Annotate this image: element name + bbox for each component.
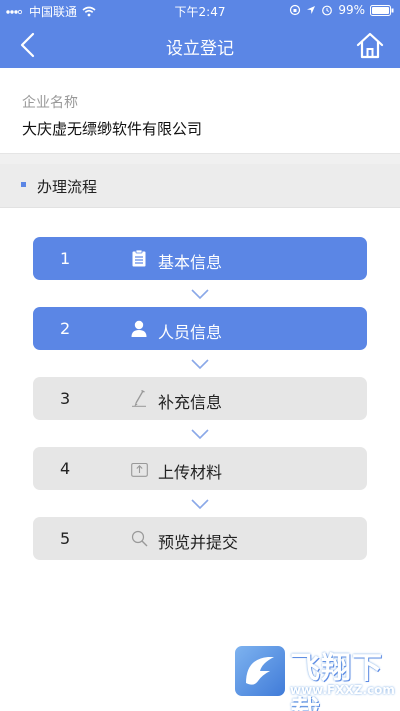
watermark: 飞翔下载 www.FXXZ.com bbox=[232, 641, 395, 711]
step-number: 2 bbox=[60, 319, 71, 338]
step-personnel-info[interactable]: 2 人员信息 bbox=[33, 307, 367, 350]
page-title: 设立登记 bbox=[166, 39, 234, 59]
location-icon bbox=[306, 5, 316, 15]
chevron-down-icon bbox=[191, 499, 209, 510]
battery-percent: 99% bbox=[338, 3, 365, 17]
section-marker-icon bbox=[21, 182, 26, 187]
magnifier-icon bbox=[130, 529, 148, 547]
alarm-icon bbox=[321, 4, 333, 16]
chevron-down-icon bbox=[191, 359, 209, 370]
company-section: 企业名称 大庆虚无缥缈软件有限公司 bbox=[0, 68, 400, 154]
pen-icon bbox=[130, 389, 148, 407]
back-button[interactable] bbox=[12, 30, 42, 60]
nav-bar: 设立登记 bbox=[0, 22, 400, 68]
company-name-label: 企业名称 bbox=[22, 95, 78, 111]
home-icon bbox=[356, 32, 384, 59]
step-label: 人员信息 bbox=[158, 323, 223, 342]
document-icon bbox=[130, 249, 148, 267]
step-number: 4 bbox=[60, 459, 71, 478]
section-divider bbox=[0, 154, 400, 164]
status-bar: 中国联通 下午2:47 99% bbox=[0, 0, 400, 22]
watermark-url: www.FXXZ.com bbox=[290, 683, 395, 697]
step-upload-materials[interactable]: 4 上传材料 bbox=[33, 447, 367, 490]
step-label: 上传材料 bbox=[158, 463, 223, 482]
status-right: 99% bbox=[289, 3, 394, 17]
step-preview-submit[interactable]: 5 预览并提交 bbox=[33, 517, 367, 560]
chevron-left-icon bbox=[20, 32, 35, 58]
step-label: 补充信息 bbox=[158, 393, 223, 412]
home-button[interactable] bbox=[354, 29, 386, 61]
step-supplementary-info[interactable]: 3 补充信息 bbox=[33, 377, 367, 420]
person-icon bbox=[130, 319, 148, 337]
company-name-value: 大庆虚无缥缈软件有限公司 bbox=[22, 120, 203, 138]
step-number: 5 bbox=[60, 529, 71, 548]
step-label: 预览并提交 bbox=[158, 533, 239, 552]
step-number: 3 bbox=[60, 389, 71, 408]
upload-icon bbox=[130, 459, 148, 477]
step-label: 基本信息 bbox=[158, 253, 223, 272]
watermark-text: 飞翔下载 bbox=[290, 651, 383, 711]
rotation-lock-icon bbox=[289, 4, 301, 16]
chevron-down-icon bbox=[191, 429, 209, 440]
process-header: 办理流程 bbox=[0, 164, 400, 208]
process-title: 办理流程 bbox=[37, 178, 98, 196]
step-number: 1 bbox=[60, 249, 71, 268]
battery-icon bbox=[370, 4, 394, 16]
chevron-down-icon bbox=[191, 289, 209, 300]
step-basic-info[interactable]: 1 基本信息 bbox=[33, 237, 367, 280]
watermark-logo-icon bbox=[233, 644, 287, 698]
